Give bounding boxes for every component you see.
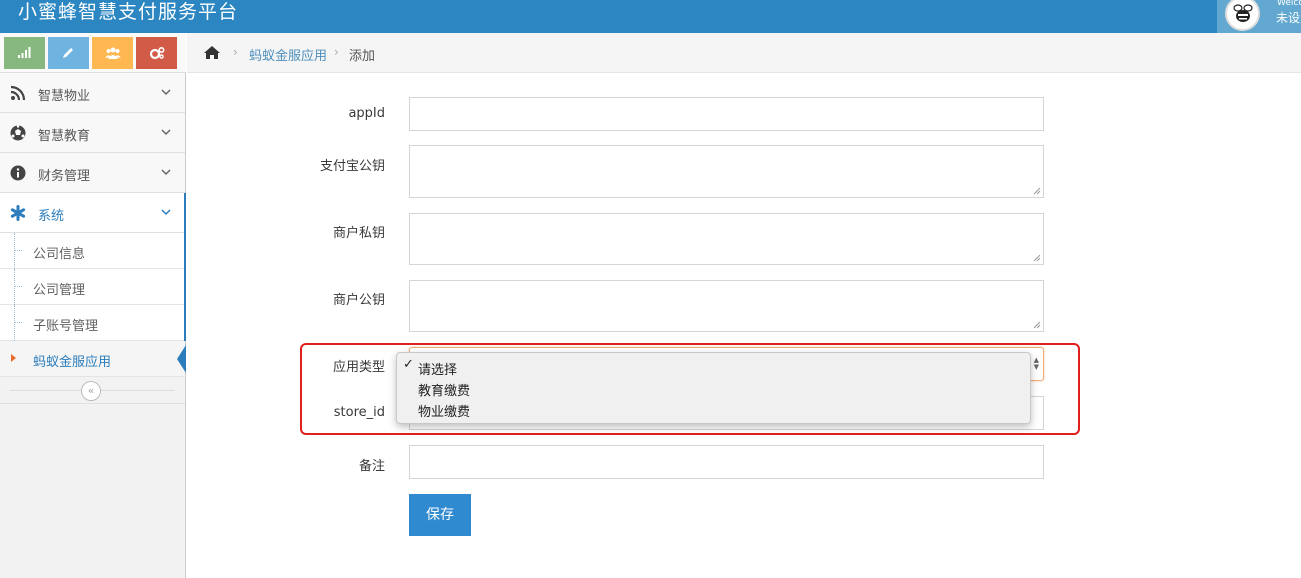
- sidebar-subitem-company-manage[interactable]: 公司管理: [0, 269, 186, 305]
- sidebar-item-finance[interactable]: 财务管理: [0, 153, 185, 193]
- sidebar-subitem-subaccount[interactable]: 子账号管理: [0, 305, 186, 341]
- sidebar-item-property[interactable]: 智慧物业: [0, 73, 185, 113]
- pencil-icon: [63, 48, 73, 58]
- shortcut-pencil-button[interactable]: [48, 37, 89, 69]
- collapse-sidebar-button[interactable]: «: [81, 381, 101, 401]
- shortcut-bar: [0, 33, 186, 73]
- highlight-box: [300, 343, 1080, 435]
- signal-icon: [18, 47, 31, 58]
- breadcrumb-current: 添加: [349, 49, 376, 64]
- shortcut-cogs-button[interactable]: [136, 37, 177, 69]
- sidebar-subitem-label: 公司管理: [33, 283, 86, 298]
- chevron-down-icon: [161, 129, 171, 136]
- sidebar-item-label: 财务管理: [38, 169, 91, 184]
- user-welcome: Welcome,: [1277, 0, 1301, 8]
- sidebar-subitem-label: 蚂蚁金服应用: [33, 355, 112, 370]
- resize-handle-icon[interactable]: [1033, 254, 1041, 262]
- sidebar-subitem-label: 子账号管理: [33, 319, 99, 334]
- alipay-pubkey-label: 支付宝公钥: [319, 159, 385, 174]
- sidebar-subitem-ant-financial[interactable]: 蚂蚁金服应用: [0, 341, 186, 377]
- cogs-icon: [149, 46, 165, 60]
- chevron-down-icon: [161, 209, 171, 216]
- merchant-privkey-textarea[interactable]: [409, 213, 1044, 265]
- shortcut-users-button[interactable]: [92, 37, 133, 69]
- soccer-ball-icon: [10, 125, 26, 141]
- open-marker: [184, 193, 186, 233]
- save-button[interactable]: 保存: [409, 494, 471, 536]
- shortcut-signal-button[interactable]: [4, 37, 45, 69]
- appid-label: appId: [348, 106, 385, 121]
- resize-handle-icon[interactable]: [1033, 321, 1041, 329]
- user-menu[interactable]: Welcome, 未设置: [1217, 0, 1301, 33]
- home-icon[interactable]: [203, 45, 221, 60]
- sidebar-subitem-company-info[interactable]: 公司信息: [0, 233, 186, 269]
- breadcrumb-separator: ›: [233, 45, 238, 59]
- resize-handle-icon[interactable]: [1033, 187, 1041, 195]
- sidebar: 智慧物业 智慧教育 财务管理 系统 公司信息 公司管理 子账号管理 蚂蚁金服应用: [0, 33, 186, 578]
- sidebar-item-label: 系统: [38, 209, 65, 224]
- sidebar-item-label: 智慧物业: [38, 89, 91, 104]
- sidebar-item-system[interactable]: 系统: [0, 193, 186, 233]
- sidebar-collapse: «: [0, 378, 185, 404]
- top-navbar: 小蜜蜂智慧支付服务平台 Welcome, 未设置: [0, 0, 1301, 33]
- chevron-down-icon: [161, 169, 171, 176]
- active-caret-icon: [11, 354, 16, 362]
- appid-input[interactable]: [409, 97, 1044, 131]
- merchant-privkey-label: 商户私钥: [332, 226, 385, 241]
- remark-label: 备注: [358, 459, 385, 474]
- active-arrow: [177, 345, 186, 373]
- users-icon: [105, 47, 121, 59]
- asterisk-icon: [10, 205, 26, 221]
- alipay-pubkey-textarea[interactable]: [409, 145, 1044, 198]
- sidebar-item-education[interactable]: 智慧教育: [0, 113, 185, 153]
- breadcrumb-link[interactable]: 蚂蚁金服应用: [249, 45, 327, 64]
- app-title: 小蜜蜂智慧支付服务平台: [18, 1, 239, 23]
- sidebar-item-label: 智慧教育: [38, 129, 91, 144]
- user-name: 未设置: [1276, 11, 1301, 25]
- info-circle-icon: [10, 165, 26, 181]
- remark-input[interactable]: [409, 445, 1044, 479]
- chevron-down-icon: [161, 89, 171, 96]
- breadcrumb: › 蚂蚁金服应用 › 添加: [187, 33, 1301, 73]
- avatar: [1225, 0, 1260, 31]
- merchant-pubkey-textarea[interactable]: [409, 280, 1044, 332]
- merchant-pubkey-label: 商户公钥: [332, 293, 385, 308]
- rss-icon: [10, 85, 26, 101]
- bee-icon: [1233, 4, 1253, 22]
- sidebar-subitem-label: 公司信息: [33, 247, 86, 262]
- breadcrumb-separator: ›: [334, 45, 339, 59]
